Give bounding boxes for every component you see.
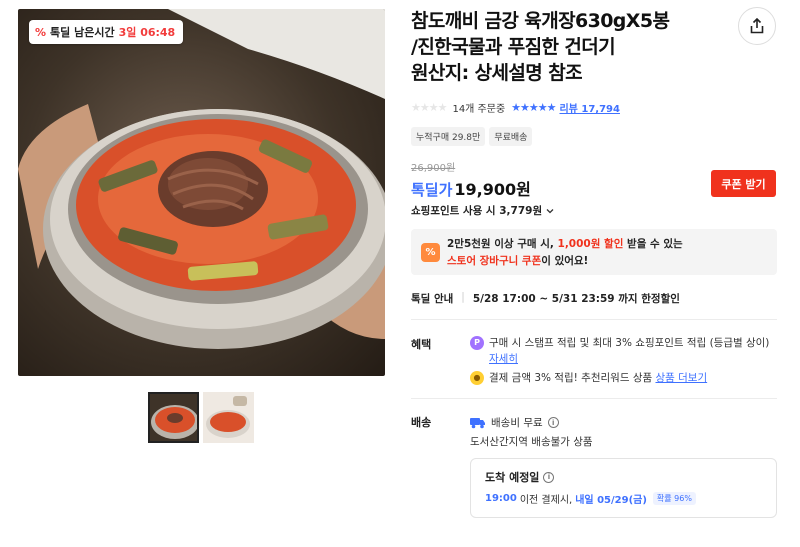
- separator: |: [461, 291, 465, 303]
- benefit-reward-text: 결제 금액 3% 적립! 추천리워드 상품 상품 더보기: [489, 372, 708, 384]
- info-icon[interactable]: i: [547, 417, 559, 428]
- thumbnail-list: [148, 392, 254, 443]
- divider: [411, 398, 777, 399]
- talkdeal-timer-badge: % 톡딜 남은시간 3일 06:48: [29, 20, 184, 44]
- product-title: 참도깨비 금강 육개장630gX5봉 /진한국물과 푸짐한 건더기 원산지: 상…: [411, 8, 729, 86]
- benefit-reward: ● 결제 금액 3% 적립! 추천리워드 상품 상품 더보기: [470, 370, 770, 386]
- coupon-percent-icon: %: [421, 243, 440, 262]
- points-text: 쇼핑포인트 사용 시 3,779원: [411, 205, 543, 217]
- sale-price-line: 톡딜가 19,900원: [411, 176, 531, 200]
- arrival-line: 19:00 이전 결제시, 내일 05/29(금) 확률 96%: [485, 491, 776, 506]
- chevron-down-icon: [546, 208, 554, 213]
- more-products-link[interactable]: 상품 더보기: [655, 372, 707, 384]
- discount-percent-icon: %: [35, 25, 47, 39]
- shipping-fee-text: 배송비 무료: [491, 417, 543, 429]
- title-line: /진한국물과 푸짐한 건더기: [411, 36, 616, 58]
- info-icon[interactable]: i: [543, 471, 555, 483]
- points-dropdown[interactable]: 쇼핑포인트 사용 시 3,779원: [411, 203, 555, 218]
- title-line: 원산지: 상세설명 참조: [411, 62, 583, 84]
- faded-star-icons: ★★★★: [411, 101, 447, 114]
- benefits-label: 혜택: [411, 338, 432, 351]
- review-count-link[interactable]: 리뷰 17,794: [559, 100, 619, 115]
- product-stats: ★★★★ 14개 주문중 ★★★★★ 리뷰 17,794: [411, 100, 620, 115]
- talkdeal-info: 톡딜 안내 | 5/28 17:00 ~ 5/31 23:59 까지 한정할인: [411, 291, 680, 306]
- benefit-detail-link[interactable]: 자세히: [489, 353, 518, 365]
- rating-stars-icon: ★★★★★: [511, 101, 556, 114]
- chip-cumulative-purchase: 누적구매 29.8만: [411, 127, 486, 146]
- arrival-mid-text: 이전 결제시,: [519, 495, 573, 506]
- product-main-image[interactable]: % 톡딜 남은시간 3일 06:48: [18, 9, 385, 376]
- shipping-label: 배송: [411, 416, 432, 429]
- share-icon: [750, 18, 764, 34]
- coupon-button[interactable]: 쿠폰 받기: [711, 170, 776, 197]
- product-chips: 누적구매 29.8만 무료배송: [411, 127, 533, 146]
- point-coin-icon: P: [470, 336, 484, 350]
- sale-label: 톡딜가: [411, 181, 453, 199]
- arrival-cutoff-time: 19:00: [485, 493, 517, 504]
- arrival-title: 도착 예정일 i: [485, 469, 776, 485]
- talkdeal-info-label: 톡딜 안내: [411, 293, 454, 305]
- benefit-stamp: P 구매 시 스탬프 적립 및 최대 3% 쇼핑포인트 적립 (등급별 상이) …: [470, 335, 770, 367]
- original-price: 26,900원: [411, 163, 456, 174]
- shipping-fee: 배송비 무료 i: [470, 415, 559, 430]
- arrival-estimate-box: 도착 예정일 i 19:00 이전 결제시, 내일 05/29(금) 확률 96…: [470, 458, 777, 518]
- thumbnail-1[interactable]: [148, 392, 199, 443]
- timer-label: 톡딜 남은시간: [50, 26, 115, 39]
- arrival-probability-badge: 확률 96%: [652, 492, 696, 505]
- timer-remaining: 3일 06:48: [118, 26, 176, 39]
- talkdeal-period: 5/28 17:00 ~ 5/31 23:59 까지 한정할인: [472, 293, 680, 305]
- sale-price: 19,900원: [454, 180, 531, 199]
- share-button[interactable]: [738, 7, 776, 45]
- chip-free-shipping: 무료배송: [489, 127, 533, 146]
- reward-coin-icon: ●: [470, 371, 484, 385]
- order-count: 14개 주문중: [452, 104, 506, 115]
- store-coupon-banner[interactable]: % 2만5천원 이상 구매 시, 1,000원 할인 받을 수 있는 스토어 장…: [411, 229, 777, 275]
- promo-line-2: 스토어 장바구니 쿠폰이 있어요!: [447, 255, 589, 267]
- title-line: 참도깨비 금강 육개장630gX5봉: [411, 10, 670, 32]
- shipping-note: 도서산간지역 배송불가 상품: [470, 436, 593, 448]
- promo-line-1: 2만5천원 이상 구매 시, 1,000원 할인 받을 수 있는: [447, 238, 683, 250]
- benefit-stamp-text: 구매 시 스탬프 적립 및 최대 3% 쇼핑포인트 적립 (등급별 상이) 자세…: [489, 337, 770, 365]
- divider: [411, 319, 777, 320]
- truck-icon: [470, 417, 485, 428]
- thumbnail-2[interactable]: [203, 392, 254, 443]
- yukgaejang-bowl-illustration: [18, 9, 385, 349]
- arrival-date: 내일 05/29(금): [575, 495, 647, 506]
